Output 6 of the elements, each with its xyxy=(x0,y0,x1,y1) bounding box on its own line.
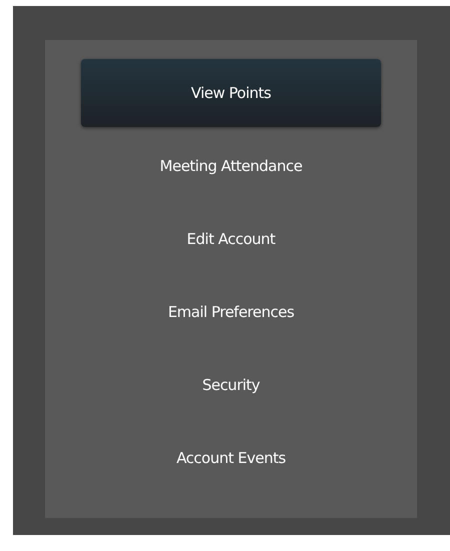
menu-item[interactable]: Security xyxy=(81,351,381,419)
menu-item[interactable]: Email Preferences xyxy=(81,278,381,346)
menu-item[interactable]: Account Events xyxy=(81,424,381,492)
menu-item[interactable]: Edit Account xyxy=(81,205,381,273)
menu-item[interactable]: Meeting Attendance xyxy=(81,132,381,200)
menu-item[interactable]: View Points xyxy=(81,59,381,127)
